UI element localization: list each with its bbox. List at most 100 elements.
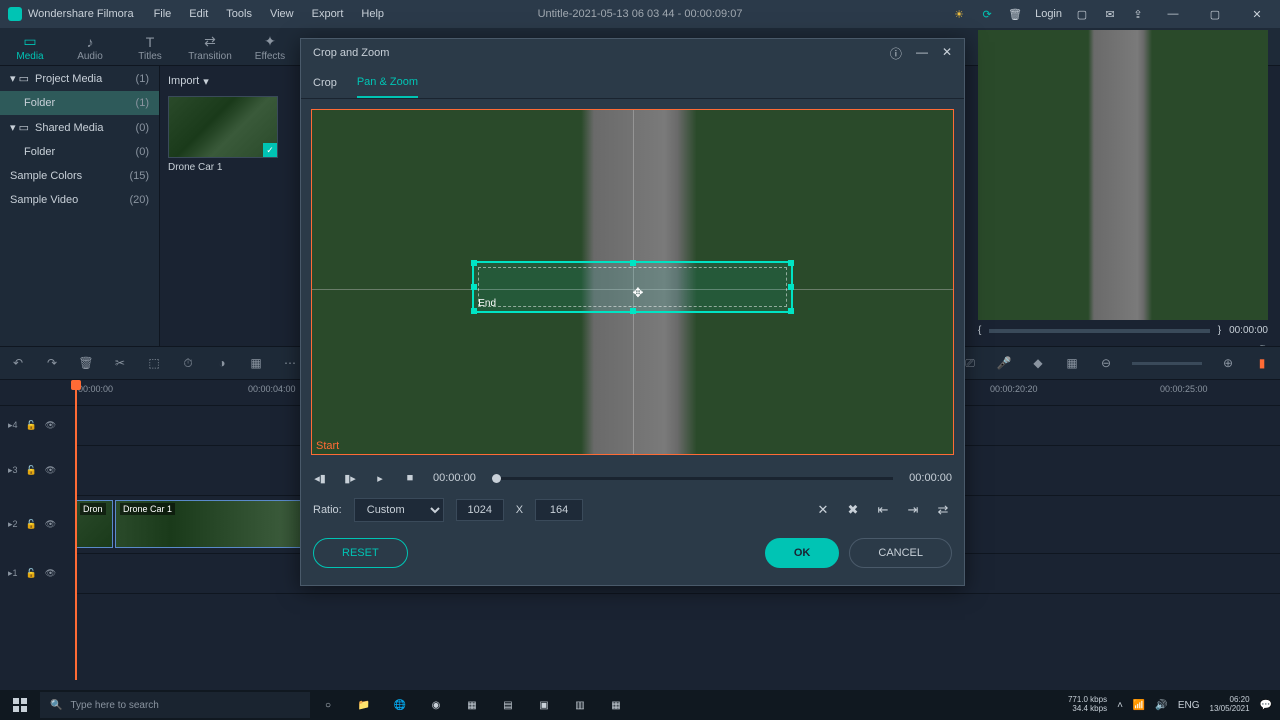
mark-out-icon[interactable]: }: [1218, 325, 1221, 336]
language-indicator[interactable]: ENG: [1178, 700, 1200, 711]
more-icon[interactable]: ⋯: [282, 355, 298, 371]
close-ratio-icon[interactable]: ✖: [844, 502, 862, 518]
tree-sample-colors[interactable]: Sample Colors(15): [0, 164, 159, 188]
zoom-out-icon[interactable]: ⊖: [1098, 355, 1114, 371]
zoom-fit-icon[interactable]: ▮: [1254, 355, 1270, 371]
handle-bl[interactable]: [471, 308, 477, 314]
eye-icon[interactable]: 👁: [45, 519, 56, 530]
preview-scrubber[interactable]: [989, 329, 1209, 333]
tree-folder-2[interactable]: Folder(0): [0, 140, 159, 164]
app-icon-3[interactable]: ▥: [562, 690, 598, 720]
reset-button[interactable]: RESET: [313, 538, 408, 568]
menu-export[interactable]: Export: [312, 8, 344, 20]
width-input[interactable]: [456, 499, 504, 521]
ratio-select[interactable]: Custom: [354, 498, 444, 522]
ok-button[interactable]: OK: [765, 538, 840, 568]
delete-icon[interactable]: 🗑: [78, 355, 94, 371]
align-left-icon[interactable]: ⇤: [874, 502, 892, 518]
tree-folder-1[interactable]: Folder(1): [0, 91, 159, 115]
marker-icon[interactable]: ◆: [1030, 355, 1046, 371]
media-thumbnail[interactable]: ✓: [168, 96, 278, 158]
upload-icon[interactable]: ⇪: [1130, 6, 1146, 22]
handle-bm[interactable]: [630, 308, 636, 314]
minimize-button[interactable]: —: [1158, 4, 1188, 24]
mark-in-icon[interactable]: {: [978, 325, 981, 336]
wifi-icon[interactable]: 📶: [1133, 700, 1145, 711]
lock-icon[interactable]: 🔓: [26, 568, 37, 579]
clip-small[interactable]: Dron: [75, 500, 113, 548]
taskbar-search[interactable]: 🔍Type here to search: [40, 692, 310, 718]
menu-view[interactable]: View: [270, 8, 294, 20]
tree-shared-media[interactable]: ▾ ▭ Shared Media(0): [0, 115, 159, 140]
crop-icon[interactable]: ⬚: [146, 355, 162, 371]
tree-sample-video[interactable]: Sample Video(20): [0, 188, 159, 212]
eye-icon[interactable]: 👁: [45, 465, 56, 476]
color-icon[interactable]: ◑: [214, 355, 230, 371]
clock[interactable]: 06:2013/05/2021: [1210, 696, 1250, 714]
menu-edit[interactable]: Edit: [189, 8, 208, 20]
dialog-scrubber[interactable]: [492, 477, 893, 480]
trash-icon[interactable]: 🗑: [1007, 6, 1023, 22]
maximize-button[interactable]: ▢: [1200, 4, 1230, 24]
eye-icon[interactable]: 👁: [45, 568, 56, 579]
stop-icon[interactable]: ■: [403, 472, 417, 484]
swap-icon[interactable]: ✕: [814, 502, 832, 518]
refresh-icon[interactable]: ⟳: [979, 6, 995, 22]
menu-tools[interactable]: Tools: [226, 8, 252, 20]
import-dropdown-icon[interactable]: ▾: [203, 75, 209, 88]
tab-titles[interactable]: TTitles: [120, 32, 180, 62]
tab-pan-zoom[interactable]: Pan & Zoom: [357, 68, 418, 98]
app-icon-4[interactable]: ▦: [598, 690, 634, 720]
app-icon-1[interactable]: ▦: [454, 690, 490, 720]
handle-mr[interactable]: [788, 284, 794, 290]
login-button[interactable]: Login: [1035, 8, 1062, 20]
media-item[interactable]: ✓ Drone Car 1: [168, 96, 278, 173]
play-icon[interactable]: ▮▸: [343, 472, 357, 485]
dialog-close-icon[interactable]: ✕: [942, 45, 952, 62]
sound-icon[interactable]: 🔊: [1155, 700, 1167, 711]
cortana-icon[interactable]: ○: [310, 690, 346, 720]
explorer-icon[interactable]: 📁: [346, 690, 382, 720]
tray-chevron-icon[interactable]: ˄: [1117, 700, 1123, 711]
lock-icon[interactable]: 🔓: [26, 420, 37, 431]
tab-transition[interactable]: ⇄Transition: [180, 31, 240, 62]
play2-icon[interactable]: ▸: [373, 472, 387, 485]
start-button[interactable]: [0, 690, 40, 720]
eye-icon[interactable]: 👁: [45, 420, 56, 431]
filmora-taskbar-icon[interactable]: ▣: [526, 690, 562, 720]
handle-tm[interactable]: [630, 260, 636, 266]
handle-tr[interactable]: [788, 260, 794, 266]
tree-project-media[interactable]: ▾ ▭ Project Media(1): [0, 66, 159, 91]
mail-icon[interactable]: ✉: [1102, 6, 1118, 22]
tab-media[interactable]: ▭Media: [0, 31, 60, 62]
cancel-button[interactable]: CANCEL: [849, 538, 952, 568]
help-icon[interactable]: ⓘ: [890, 45, 902, 62]
tab-effects[interactable]: ✦Effects: [240, 31, 300, 62]
align-right-icon[interactable]: ⇥: [904, 502, 922, 518]
playhead[interactable]: [75, 380, 77, 680]
notifications-icon[interactable]: 💬: [1260, 700, 1272, 711]
app-icon-2[interactable]: ▤: [490, 690, 526, 720]
handle-tl[interactable]: [471, 260, 477, 266]
lock-icon[interactable]: 🔓: [26, 519, 37, 530]
menu-help[interactable]: Help: [361, 8, 384, 20]
chrome-icon[interactable]: ◉: [418, 690, 454, 720]
dialog-preview[interactable]: End ✥ Start: [311, 109, 954, 455]
voiceover-icon[interactable]: 🎤: [996, 355, 1012, 371]
lock-icon[interactable]: 🔓: [26, 465, 37, 476]
redo-icon[interactable]: ↷: [44, 355, 60, 371]
tab-audio[interactable]: ♪Audio: [60, 32, 120, 62]
handle-br[interactable]: [788, 308, 794, 314]
tab-crop[interactable]: Crop: [313, 69, 337, 97]
prev-frame-icon[interactable]: ◂▮: [313, 472, 327, 485]
undo-icon[interactable]: ↶: [10, 355, 26, 371]
render-icon[interactable]: ▦: [1064, 355, 1080, 371]
save-icon[interactable]: ▢: [1074, 6, 1090, 22]
swap-frames-icon[interactable]: ⇄: [934, 502, 952, 518]
zoom-in-icon[interactable]: ⊕: [1220, 355, 1236, 371]
menu-file[interactable]: File: [154, 8, 172, 20]
speed-icon[interactable]: ⏱: [180, 355, 196, 371]
dialog-minimize-icon[interactable]: —: [916, 45, 928, 62]
height-input[interactable]: [535, 499, 583, 521]
greenscreen-icon[interactable]: ▦: [248, 355, 264, 371]
